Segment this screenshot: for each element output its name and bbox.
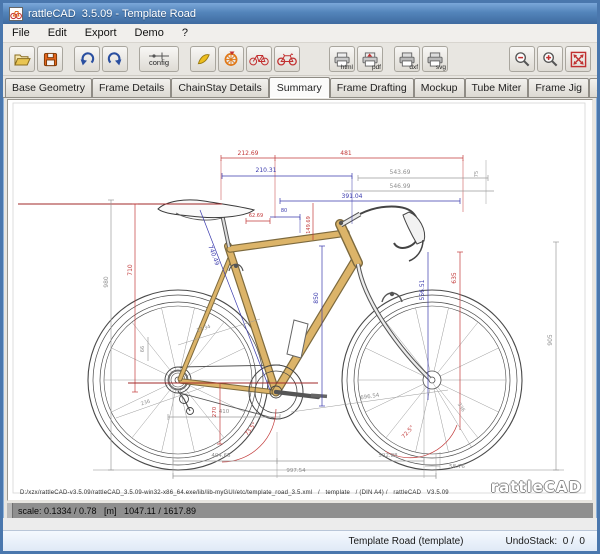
zoom-in-button[interactable] — [537, 46, 563, 72]
svg-text:905: 905 — [547, 334, 554, 346]
app-icon-glyph — [10, 8, 22, 20]
svg-text:740.49: 740.49 — [206, 244, 220, 266]
handlebar — [360, 207, 425, 262]
redo-icon — [107, 51, 123, 67]
page-border — [13, 103, 585, 493]
svg-text:546.99: 546.99 — [390, 183, 411, 190]
zoom-fit-button[interactable] — [565, 46, 591, 72]
export-html-label: html — [341, 64, 353, 71]
drawing-canvas[interactable]: 212.69 481 210.31 543.69 546.99 — [7, 99, 593, 501]
tab-components[interactable]: ... Components — [589, 78, 600, 97]
bottom-bar: Template Road (template) UndoStack: 0 / … — [3, 530, 597, 551]
export-svg-label: svg — [436, 64, 446, 71]
svg-text:592.88: 592.88 — [378, 453, 398, 459]
export-dxf-label: dxf — [409, 64, 418, 71]
app-icon — [9, 7, 23, 21]
tab-frame-details[interactable]: Frame Details — [92, 78, 171, 97]
zoom-out-icon — [514, 51, 531, 68]
svg-text:980: 980 — [103, 276, 110, 288]
scale-statusbar: scale: 0.1334 / 0.78 [m] 1047.11 / 1617.… — [7, 503, 593, 518]
tab-tube-miter[interactable]: Tube Miter — [465, 78, 529, 97]
open-button[interactable] — [9, 46, 35, 72]
svg-text:75: 75 — [474, 171, 480, 177]
bike-frame-button[interactable] — [246, 46, 272, 72]
svg-text:72.5°: 72.5° — [401, 425, 416, 440]
svg-text:556.51: 556.51 — [419, 279, 426, 300]
svg-text:543.69: 543.69 — [390, 169, 411, 176]
undo-icon — [79, 51, 95, 67]
zoom-fit-icon — [570, 51, 587, 68]
menu-edit[interactable]: Edit — [39, 25, 76, 41]
tab-chainstay-details[interactable]: ChainStay Details — [171, 78, 268, 97]
tab-summary[interactable]: Summary — [269, 77, 330, 98]
export-html-button[interactable]: html — [329, 46, 355, 72]
undo-button[interactable] — [74, 46, 100, 72]
tab-base-geometry[interactable]: Base Geometry — [5, 78, 92, 97]
export-pdf-button[interactable]: pdf — [357, 46, 383, 72]
svg-text:212.69: 212.69 — [238, 150, 259, 157]
zoom-out-button[interactable] — [509, 46, 535, 72]
title-bar[interactable]: rattleCAD 3.5.09 - Template Road — [3, 3, 597, 24]
menu-export[interactable]: Export — [76, 25, 126, 41]
save-floppy-icon — [43, 52, 58, 67]
svg-text:210.31: 210.31 — [256, 167, 277, 174]
bike-full-icon — [277, 52, 297, 66]
svg-text:149.69: 149.69 — [306, 216, 312, 234]
spacer-strip — [3, 518, 597, 530]
svg-text:391.04: 391.04 — [342, 193, 363, 200]
bike-full-button[interactable] — [274, 46, 300, 72]
svg-text:270: 270 — [212, 406, 218, 417]
menu-file[interactable]: File — [3, 25, 39, 41]
svg-text:17.34: 17.34 — [196, 324, 211, 334]
open-folder-icon — [14, 52, 31, 67]
undo-stack-label: UndoStack: 0 / 0 — [506, 536, 586, 547]
tab-frame-jig[interactable]: Frame Jig — [528, 78, 589, 97]
save-button[interactable] — [37, 46, 63, 72]
svg-text:80: 80 — [281, 208, 287, 214]
menu-help[interactable]: ? — [173, 25, 197, 41]
svg-text:710: 710 — [127, 264, 134, 276]
window-title: rattleCAD 3.5.09 - Template Road — [28, 8, 196, 20]
zoom-in-icon — [542, 51, 559, 68]
svg-text:404.65: 404.65 — [211, 453, 231, 459]
redo-button[interactable] — [102, 46, 128, 72]
app-window: rattleCAD 3.5.09 - Template Road File Ed… — [0, 0, 600, 554]
config-button[interactable]: config — [139, 46, 179, 72]
svg-text:66: 66 — [140, 346, 146, 352]
toolbar: config — [3, 43, 597, 76]
svg-text:850: 850 — [313, 292, 320, 304]
wheel-icon — [223, 51, 239, 67]
svg-text:62.69: 62.69 — [249, 213, 263, 219]
dimension-lines: 212.69 481 210.31 543.69 546.99 — [18, 150, 559, 479]
wheel-component-button[interactable] — [218, 46, 244, 72]
menu-demo[interactable]: Demo — [126, 25, 173, 41]
svg-text:635: 635 — [451, 272, 458, 284]
svg-text:481: 481 — [340, 150, 352, 157]
export-dxf-button[interactable]: dxf — [394, 46, 420, 72]
bike-frame-icon — [249, 52, 269, 66]
saddle-component-button[interactable] — [190, 46, 216, 72]
svg-text:73.5°: 73.5° — [244, 421, 258, 437]
svg-text:997.54: 997.54 — [286, 468, 306, 474]
front-wheel — [342, 290, 522, 470]
tab-bar: Base Geometry Frame Details ChainStay De… — [3, 76, 597, 98]
menu-bar: File Edit Export Demo ? — [3, 24, 597, 43]
saddle-icon — [196, 52, 211, 67]
svg-text:410: 410 — [219, 409, 230, 415]
front-brake — [382, 292, 402, 302]
svg-text:58.76: 58.76 — [449, 464, 465, 470]
export-pdf-label: pdf — [372, 64, 381, 71]
saddle — [158, 200, 254, 247]
bike-drawing: 212.69 481 210.31 543.69 546.99 — [8, 100, 590, 501]
config-label: config — [149, 59, 169, 66]
tab-frame-drafting[interactable]: Frame Drafting — [330, 78, 414, 97]
scale-text: scale: 0.1334 / 0.78 [m] 1047.11 / 1617.… — [18, 506, 196, 516]
export-svg-button[interactable]: svg — [422, 46, 448, 72]
statusbar-grip[interactable] — [7, 503, 13, 518]
tab-mockup[interactable]: Mockup — [414, 78, 465, 97]
template-label: Template Road (template) — [348, 536, 463, 547]
